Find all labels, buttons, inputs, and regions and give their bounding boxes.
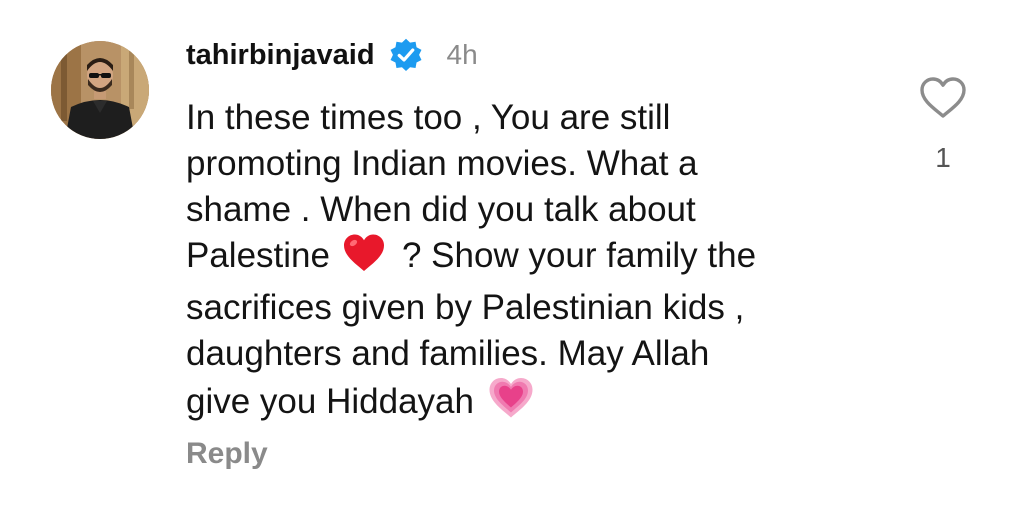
comment-text-segment: ? Show your family the (401, 236, 757, 275)
reply-button[interactable]: Reply (186, 437, 268, 471)
username[interactable]: tahirbinjavaid (186, 39, 375, 72)
comment-line-with-emoji: Palestine ? Show your family the (186, 233, 886, 285)
comment-text-segment: Palestine (186, 236, 330, 275)
comment-text: In these times too , You are still promo… (186, 95, 886, 431)
like-count: 1 (935, 142, 951, 173)
comment-line: In these times too , You are still (186, 98, 671, 137)
comment-header: tahirbinjavaid 4h (186, 34, 478, 76)
avatar-photo (51, 41, 149, 139)
comment-text-segment: give you Hiddayah (186, 382, 474, 421)
comment-line: shame . When did you talk about (186, 190, 696, 229)
comment-line: promoting Indian movies. What a (186, 144, 698, 183)
comment-line: sacrifices given by Palestinian kids , (186, 288, 745, 327)
like-button[interactable] (918, 76, 968, 120)
comment-line: daughters and families. May Allah (186, 334, 710, 373)
beating-pink-heart-emoji (488, 377, 534, 431)
timestamp: 4h (446, 39, 478, 70)
comment: tahirbinjavaid 4h In these times too , Y… (0, 0, 1024, 508)
red-heart-emoji (342, 233, 386, 285)
heart-outline-icon (920, 77, 966, 118)
comment-line-with-emoji: give you Hiddayah (186, 377, 886, 431)
avatar[interactable] (51, 41, 149, 139)
verified-badge-icon (388, 37, 424, 73)
